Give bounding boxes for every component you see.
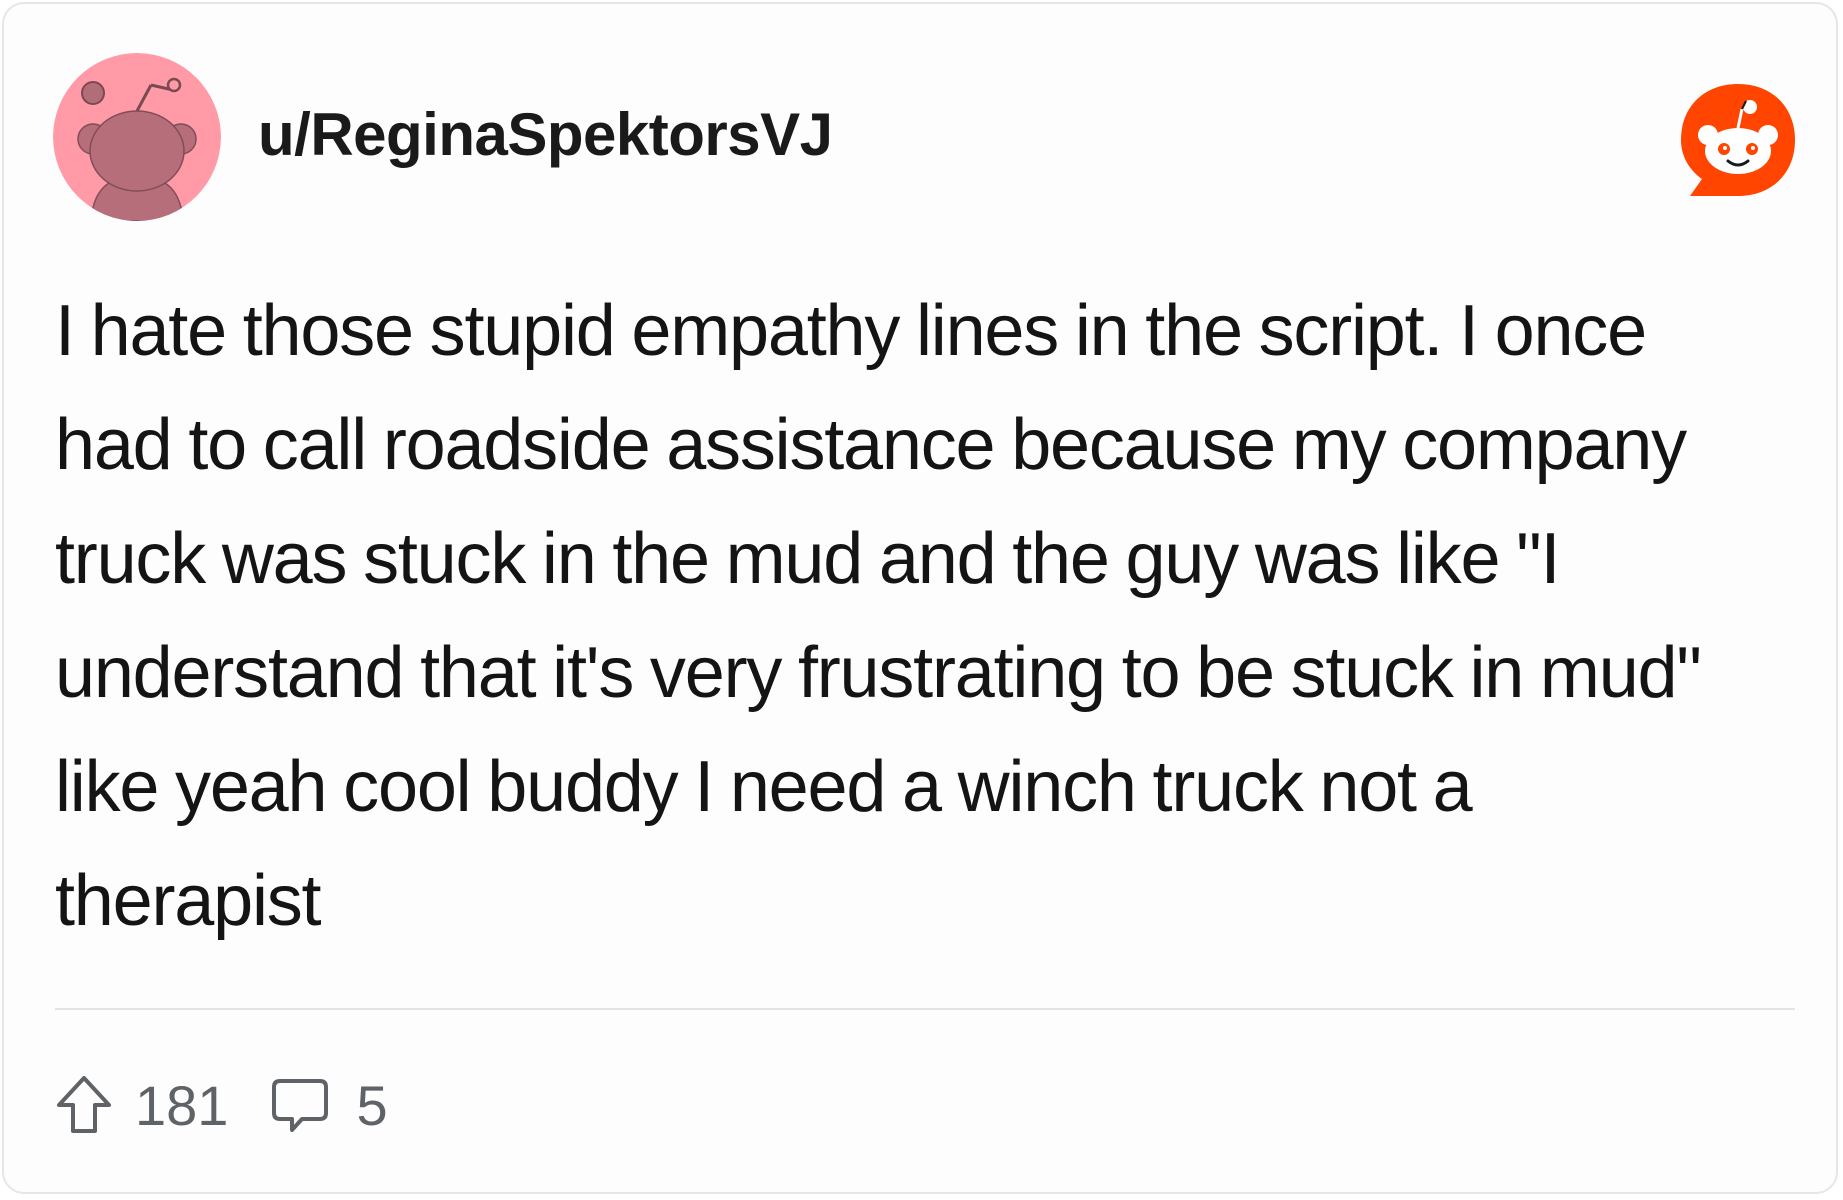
post-body-line: therapist [55, 861, 322, 941]
comments-button[interactable]: 5 [270, 1073, 388, 1138]
post-body-line: truck was stuck in the mud and the guy w… [55, 519, 1560, 599]
reddit-logo[interactable] [1676, 79, 1800, 203]
username[interactable]: u/ReginaSpektorsVJ [258, 100, 833, 169]
snoo-avatar-icon [53, 53, 221, 221]
upvote-button[interactable]: 181 [55, 1073, 228, 1138]
post-body: I hate those stupid empathy lines in the… [55, 274, 1795, 958]
post-actions: 181 5 [55, 1070, 388, 1140]
reddit-logo-icon [1681, 84, 1795, 196]
divider [55, 1008, 1795, 1010]
post-body-line: like yeah cool buddy I need a winch truc… [55, 747, 1473, 827]
post-card: u/ReginaSpektorsVJ I hate those stupid e… [2, 2, 1838, 1194]
upvote-arrow-icon [55, 1074, 113, 1136]
comment-count: 5 [356, 1073, 388, 1137]
post-body-line: I hate those stupid empathy lines in the… [55, 291, 1647, 371]
post-body-line: understand that it's very frustrating to… [55, 633, 1702, 713]
comment-bubble-icon [270, 1075, 330, 1135]
upvote-count: 181 [135, 1073, 229, 1137]
user-avatar[interactable] [53, 53, 221, 221]
post-body-line: had to call roadside assistance because … [55, 405, 1687, 485]
